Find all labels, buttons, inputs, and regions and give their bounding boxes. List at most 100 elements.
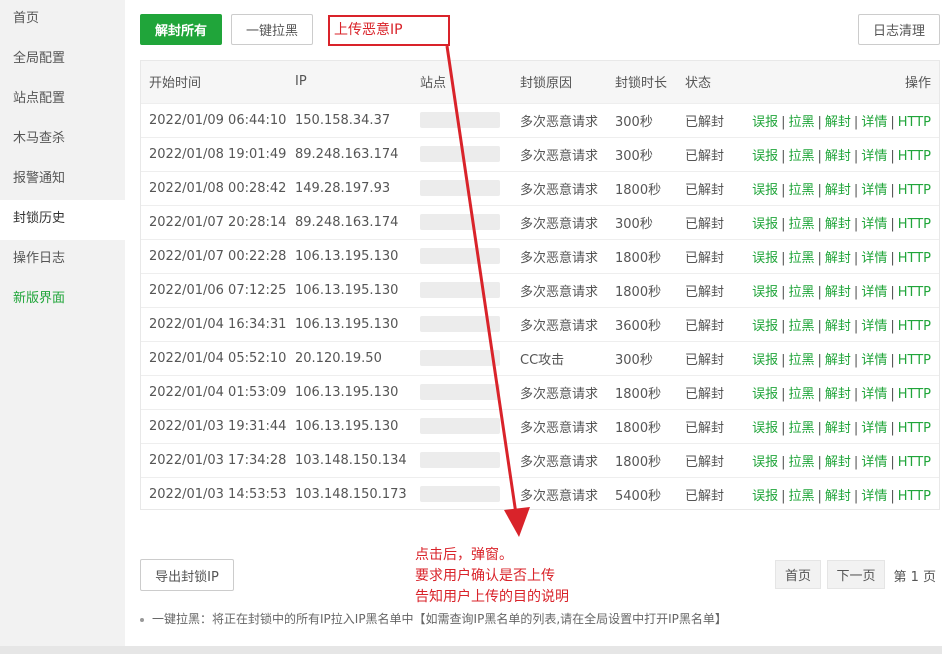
separator: | xyxy=(853,454,859,470)
sidebar-item-home[interactable]: 首页 xyxy=(0,0,125,40)
sidebar-item-alert-notify[interactable]: 报警通知 xyxy=(0,160,125,200)
false-positive-link[interactable]: 误报 xyxy=(752,353,778,368)
details-link[interactable]: 详情 xyxy=(861,183,887,198)
blacklist-link[interactable]: 拉黑 xyxy=(789,455,815,470)
blacklist-link[interactable]: 拉黑 xyxy=(789,421,815,436)
redacted-site xyxy=(420,384,500,400)
clear-log-button[interactable]: 日志清理 xyxy=(858,14,940,45)
blacklist-link[interactable]: 拉黑 xyxy=(789,217,815,232)
false-positive-link[interactable]: 误报 xyxy=(752,115,778,130)
blacklist-link[interactable]: 拉黑 xyxy=(789,149,815,164)
header-duration[interactable]: 封锁时长 xyxy=(607,61,677,103)
http-link[interactable]: HTTP xyxy=(898,455,931,470)
separator: | xyxy=(781,284,786,300)
false-positive-link[interactable]: 误报 xyxy=(752,183,778,198)
blacklist-link[interactable]: 拉黑 xyxy=(789,353,815,368)
details-link[interactable]: 详情 xyxy=(861,489,887,504)
separator: | xyxy=(890,420,895,436)
row-reason: 多次恶意请求 xyxy=(520,284,599,300)
false-positive-link[interactable]: 误报 xyxy=(752,285,778,300)
row-ip: 106.13.195.130 xyxy=(295,316,399,332)
blacklist-link[interactable]: 拉黑 xyxy=(789,115,815,130)
blacklist-link[interactable]: 拉黑 xyxy=(789,319,815,334)
blacklist-link[interactable]: 拉黑 xyxy=(789,183,815,198)
false-positive-link[interactable]: 误报 xyxy=(752,489,778,504)
header-site[interactable]: 站点 xyxy=(412,61,512,103)
details-link[interactable]: 详情 xyxy=(861,285,887,300)
http-link[interactable]: HTTP xyxy=(898,115,931,130)
header-ip[interactable]: IP xyxy=(287,61,412,103)
unblock-link[interactable]: 解封 xyxy=(825,285,851,300)
blacklist-link[interactable]: 拉黑 xyxy=(789,251,815,266)
separator: | xyxy=(817,148,822,164)
unblock-link[interactable]: 解封 xyxy=(825,217,851,232)
unblock-link[interactable]: 解封 xyxy=(825,319,851,334)
pager-first-button[interactable]: 首页 xyxy=(775,560,821,589)
sidebar-item-trojan-scan[interactable]: 木马查杀 xyxy=(0,120,125,160)
http-link[interactable]: HTTP xyxy=(898,421,931,436)
details-link[interactable]: 详情 xyxy=(861,421,887,436)
false-positive-link[interactable]: 误报 xyxy=(752,217,778,232)
http-link[interactable]: HTTP xyxy=(898,183,931,198)
blacklist-link[interactable]: 拉黑 xyxy=(789,285,815,300)
export-blocked-ip-button[interactable]: 导出封锁IP xyxy=(140,559,234,591)
annotation-line-1: 点击后，弹窗。 xyxy=(415,547,513,563)
details-link[interactable]: 详情 xyxy=(861,217,887,232)
blacklist-link[interactable]: 拉黑 xyxy=(789,489,815,504)
details-link[interactable]: 详情 xyxy=(861,115,887,130)
table-row: 2022/01/06 07:12:25 106.13.195.130 多次恶意请求 1… xyxy=(141,273,939,307)
details-link[interactable]: 详情 xyxy=(861,353,887,368)
row-site xyxy=(412,409,512,443)
http-link[interactable]: HTTP xyxy=(898,489,931,504)
unblock-link[interactable]: 解封 xyxy=(825,489,851,504)
blacklist-tip-text: 一键拉黑：将正在封锁中的所有IP拉入IP黑名单中【如需查询IP黑名单的列表,请在… xyxy=(152,612,727,626)
unblock-all-button[interactable]: 解封所有 xyxy=(140,14,222,45)
sidebar-item-new-ui[interactable]: 新版界面 xyxy=(0,280,125,320)
sidebar-item-block-history[interactable]: 封锁历史 xyxy=(0,200,125,240)
separator: | xyxy=(890,284,895,300)
unblock-link[interactable]: 解封 xyxy=(825,421,851,436)
sidebar-item-global-config[interactable]: 全局配置 xyxy=(0,40,125,80)
details-link[interactable]: 详情 xyxy=(861,319,887,334)
header-status[interactable]: 状态 xyxy=(677,61,737,103)
row-duration: 300秒 xyxy=(615,216,653,232)
row-site xyxy=(412,443,512,477)
row-ip: 106.13.195.130 xyxy=(295,384,399,400)
http-link[interactable]: HTTP xyxy=(898,251,931,266)
unblock-link[interactable]: 解封 xyxy=(825,353,851,368)
http-link[interactable]: HTTP xyxy=(898,285,931,300)
http-link[interactable]: HTTP xyxy=(898,149,931,164)
false-positive-link[interactable]: 误报 xyxy=(752,455,778,470)
row-operations: 误报 | 拉黑 | 解封 | 详情 | HTTP xyxy=(737,409,939,443)
unblock-link[interactable]: 解封 xyxy=(825,183,851,198)
row-operations: 误报 | 拉黑 | 解封 | 详情 | HTTP xyxy=(737,103,939,137)
details-link[interactable]: 详情 xyxy=(861,251,887,266)
unblock-link[interactable]: 解封 xyxy=(825,149,851,164)
blacklist-all-button[interactable]: 一键拉黑 xyxy=(231,14,313,45)
sidebar-item-operation-log[interactable]: 操作日志 xyxy=(0,240,125,280)
http-link[interactable]: HTTP xyxy=(898,353,931,368)
false-positive-link[interactable]: 误报 xyxy=(752,319,778,334)
blacklist-link[interactable]: 拉黑 xyxy=(789,387,815,402)
details-link[interactable]: 详情 xyxy=(861,387,887,402)
row-site xyxy=(412,103,512,137)
http-link[interactable]: HTTP xyxy=(898,319,931,334)
header-start-time[interactable]: 开始时间 xyxy=(141,61,287,103)
table-row: 2022/01/04 05:52:10 20.120.19.50 CC攻击 300秒 已… xyxy=(141,341,939,375)
upload-malicious-ip-button[interactable]: 上传恶意IP xyxy=(328,15,450,46)
false-positive-link[interactable]: 误报 xyxy=(752,251,778,266)
details-link[interactable]: 详情 xyxy=(861,455,887,470)
sidebar-item-site-config[interactable]: 站点配置 xyxy=(0,80,125,120)
false-positive-link[interactable]: 误报 xyxy=(752,421,778,436)
http-link[interactable]: HTTP xyxy=(898,217,931,232)
header-reason[interactable]: 封锁原因 xyxy=(512,61,607,103)
unblock-link[interactable]: 解封 xyxy=(825,387,851,402)
http-link[interactable]: HTTP xyxy=(898,387,931,402)
false-positive-link[interactable]: 误报 xyxy=(752,149,778,164)
unblock-link[interactable]: 解封 xyxy=(825,455,851,470)
unblock-link[interactable]: 解封 xyxy=(825,251,851,266)
details-link[interactable]: 详情 xyxy=(861,149,887,164)
pager-next-button[interactable]: 下一页 xyxy=(827,560,885,589)
false-positive-link[interactable]: 误报 xyxy=(752,387,778,402)
unblock-link[interactable]: 解封 xyxy=(825,115,851,130)
